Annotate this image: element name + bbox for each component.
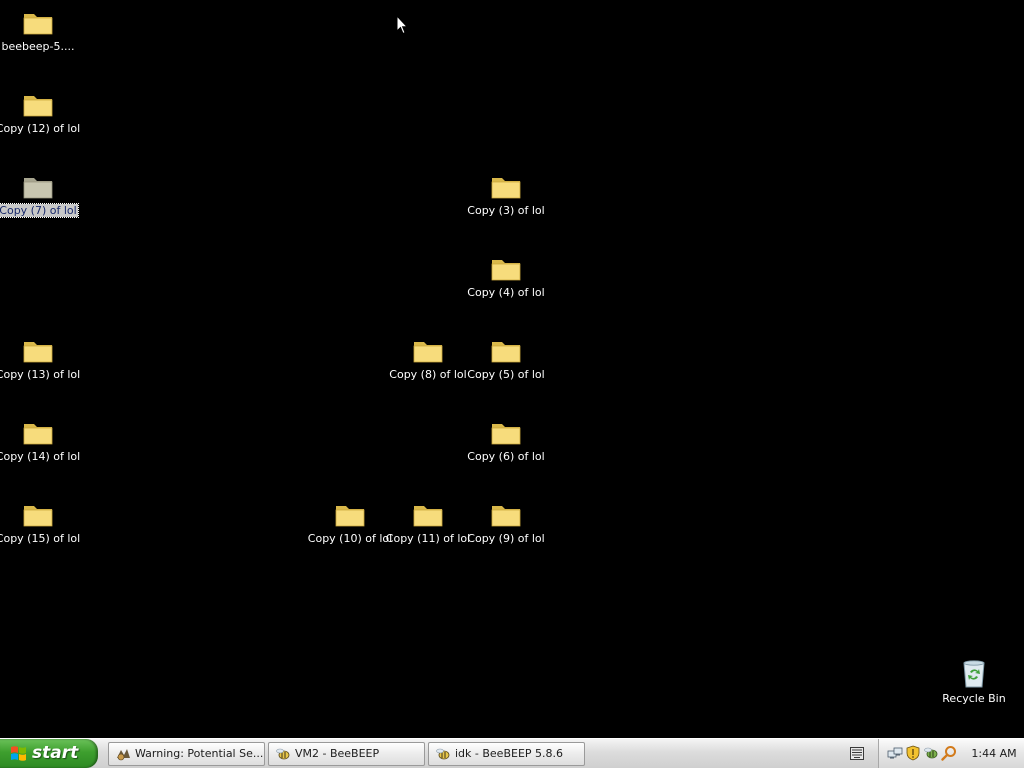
start-label: start	[32, 743, 79, 763]
keyboard-language-icon[interactable]	[850, 747, 864, 760]
desktop-icon-label: Copy (6) of lol	[467, 450, 545, 463]
clock[interactable]: 1:44 AM	[967, 739, 1021, 768]
folder-icon	[23, 14, 53, 35]
folder-icon	[23, 506, 53, 527]
mouse-cursor-icon	[396, 15, 408, 35]
security-shield-icon[interactable]	[905, 745, 921, 761]
desktop-folder-copy-11[interactable]: Copy (11) of lol	[386, 496, 470, 560]
desktop-folder-copy-3[interactable]: Copy (3) of lol	[466, 168, 546, 232]
desktop-folder-beebeep[interactable]: beebeep-5....	[0, 4, 78, 68]
desktop-icon-label: Copy (12) of lol	[0, 122, 81, 135]
desktop-recycle-bin[interactable]: Recycle Bin	[934, 656, 1014, 720]
desktop-folder-copy-4[interactable]: Copy (4) of lol	[466, 250, 546, 314]
folder-icon	[491, 342, 521, 363]
desktop-icon-label: Copy (9) of lol	[467, 532, 545, 545]
folder-icon	[335, 506, 365, 527]
desktop-icon-label: Recycle Bin	[942, 692, 1006, 705]
taskbar-item-label: Warning: Potential Se...	[135, 747, 264, 760]
folder-icon	[491, 506, 521, 527]
desktop-folder-copy-10[interactable]: Copy (10) of lol	[308, 496, 392, 560]
desktop: beebeep-5.... Copy (12) of lol Copy (7) …	[0, 0, 1024, 738]
taskbar-item-vm2-beebeep[interactable]: VM2 - BeeBEEP	[268, 742, 425, 766]
folder-icon	[413, 506, 443, 527]
windows-logo-icon	[11, 746, 26, 761]
desktop-folder-copy-13[interactable]: Copy (13) of lol	[0, 332, 80, 396]
folder-icon	[23, 178, 53, 199]
desktop-icon-label: Copy (15) of lol	[0, 532, 81, 545]
folder-icon	[23, 96, 53, 117]
desktop-folder-copy-14[interactable]: Copy (14) of lol	[0, 414, 80, 478]
desktop-icon-label: Copy (3) of lol	[467, 204, 545, 217]
desktop-icon-label: Copy (7) of lol	[0, 203, 79, 218]
network-icon[interactable]	[887, 745, 903, 761]
folder-icon	[491, 260, 521, 281]
desktop-folder-copy-8[interactable]: Copy (8) of lol	[388, 332, 468, 396]
desktop-icon-label: Copy (4) of lol	[467, 286, 545, 299]
desktop-folder-copy-12[interactable]: Copy (12) of lol	[0, 86, 80, 150]
beebeep-icon	[436, 748, 450, 760]
desktop-folder-copy-15[interactable]: Copy (15) of lol	[0, 496, 80, 560]
search-icon[interactable]	[941, 745, 957, 761]
desktop-folder-copy-7[interactable]: Copy (7) of lol	[0, 168, 79, 232]
start-button[interactable]: start	[0, 739, 98, 768]
system-tray: 1:44 AM	[878, 739, 1024, 768]
folder-icon	[23, 424, 53, 445]
desktop-icon-label: Copy (14) of lol	[0, 450, 81, 463]
taskbar: start Warning: Potential Se... VM2 - Bee…	[0, 738, 1024, 768]
folder-icon	[491, 178, 521, 199]
taskbar-item-label: idk - BeeBEEP 5.8.6	[455, 747, 564, 760]
folder-icon	[23, 342, 53, 363]
desktop-folder-copy-6[interactable]: Copy (6) of lol	[466, 414, 546, 478]
desktop-icon-label: Copy (5) of lol	[467, 368, 545, 381]
taskbar-item-warning[interactable]: Warning: Potential Se...	[108, 742, 265, 766]
taskbar-item-idk-beebeep[interactable]: idk - BeeBEEP 5.8.6	[428, 742, 585, 766]
folder-icon	[413, 342, 443, 363]
taskbar-item-label: VM2 - BeeBEEP	[295, 747, 380, 760]
beebeep-tray-icon[interactable]	[923, 745, 939, 761]
desktop-icon-label: Copy (13) of lol	[0, 368, 81, 381]
folder-icon	[491, 424, 521, 445]
recycle-bin-icon	[963, 660, 985, 688]
desktop-folder-copy-5[interactable]: Copy (5) of lol	[466, 332, 546, 396]
desktop-folder-copy-9[interactable]: Copy (9) of lol	[466, 496, 546, 560]
desktop-icon-label: beebeep-5....	[1, 40, 75, 53]
warning-window-icon	[117, 749, 130, 761]
beebeep-icon	[276, 748, 290, 760]
